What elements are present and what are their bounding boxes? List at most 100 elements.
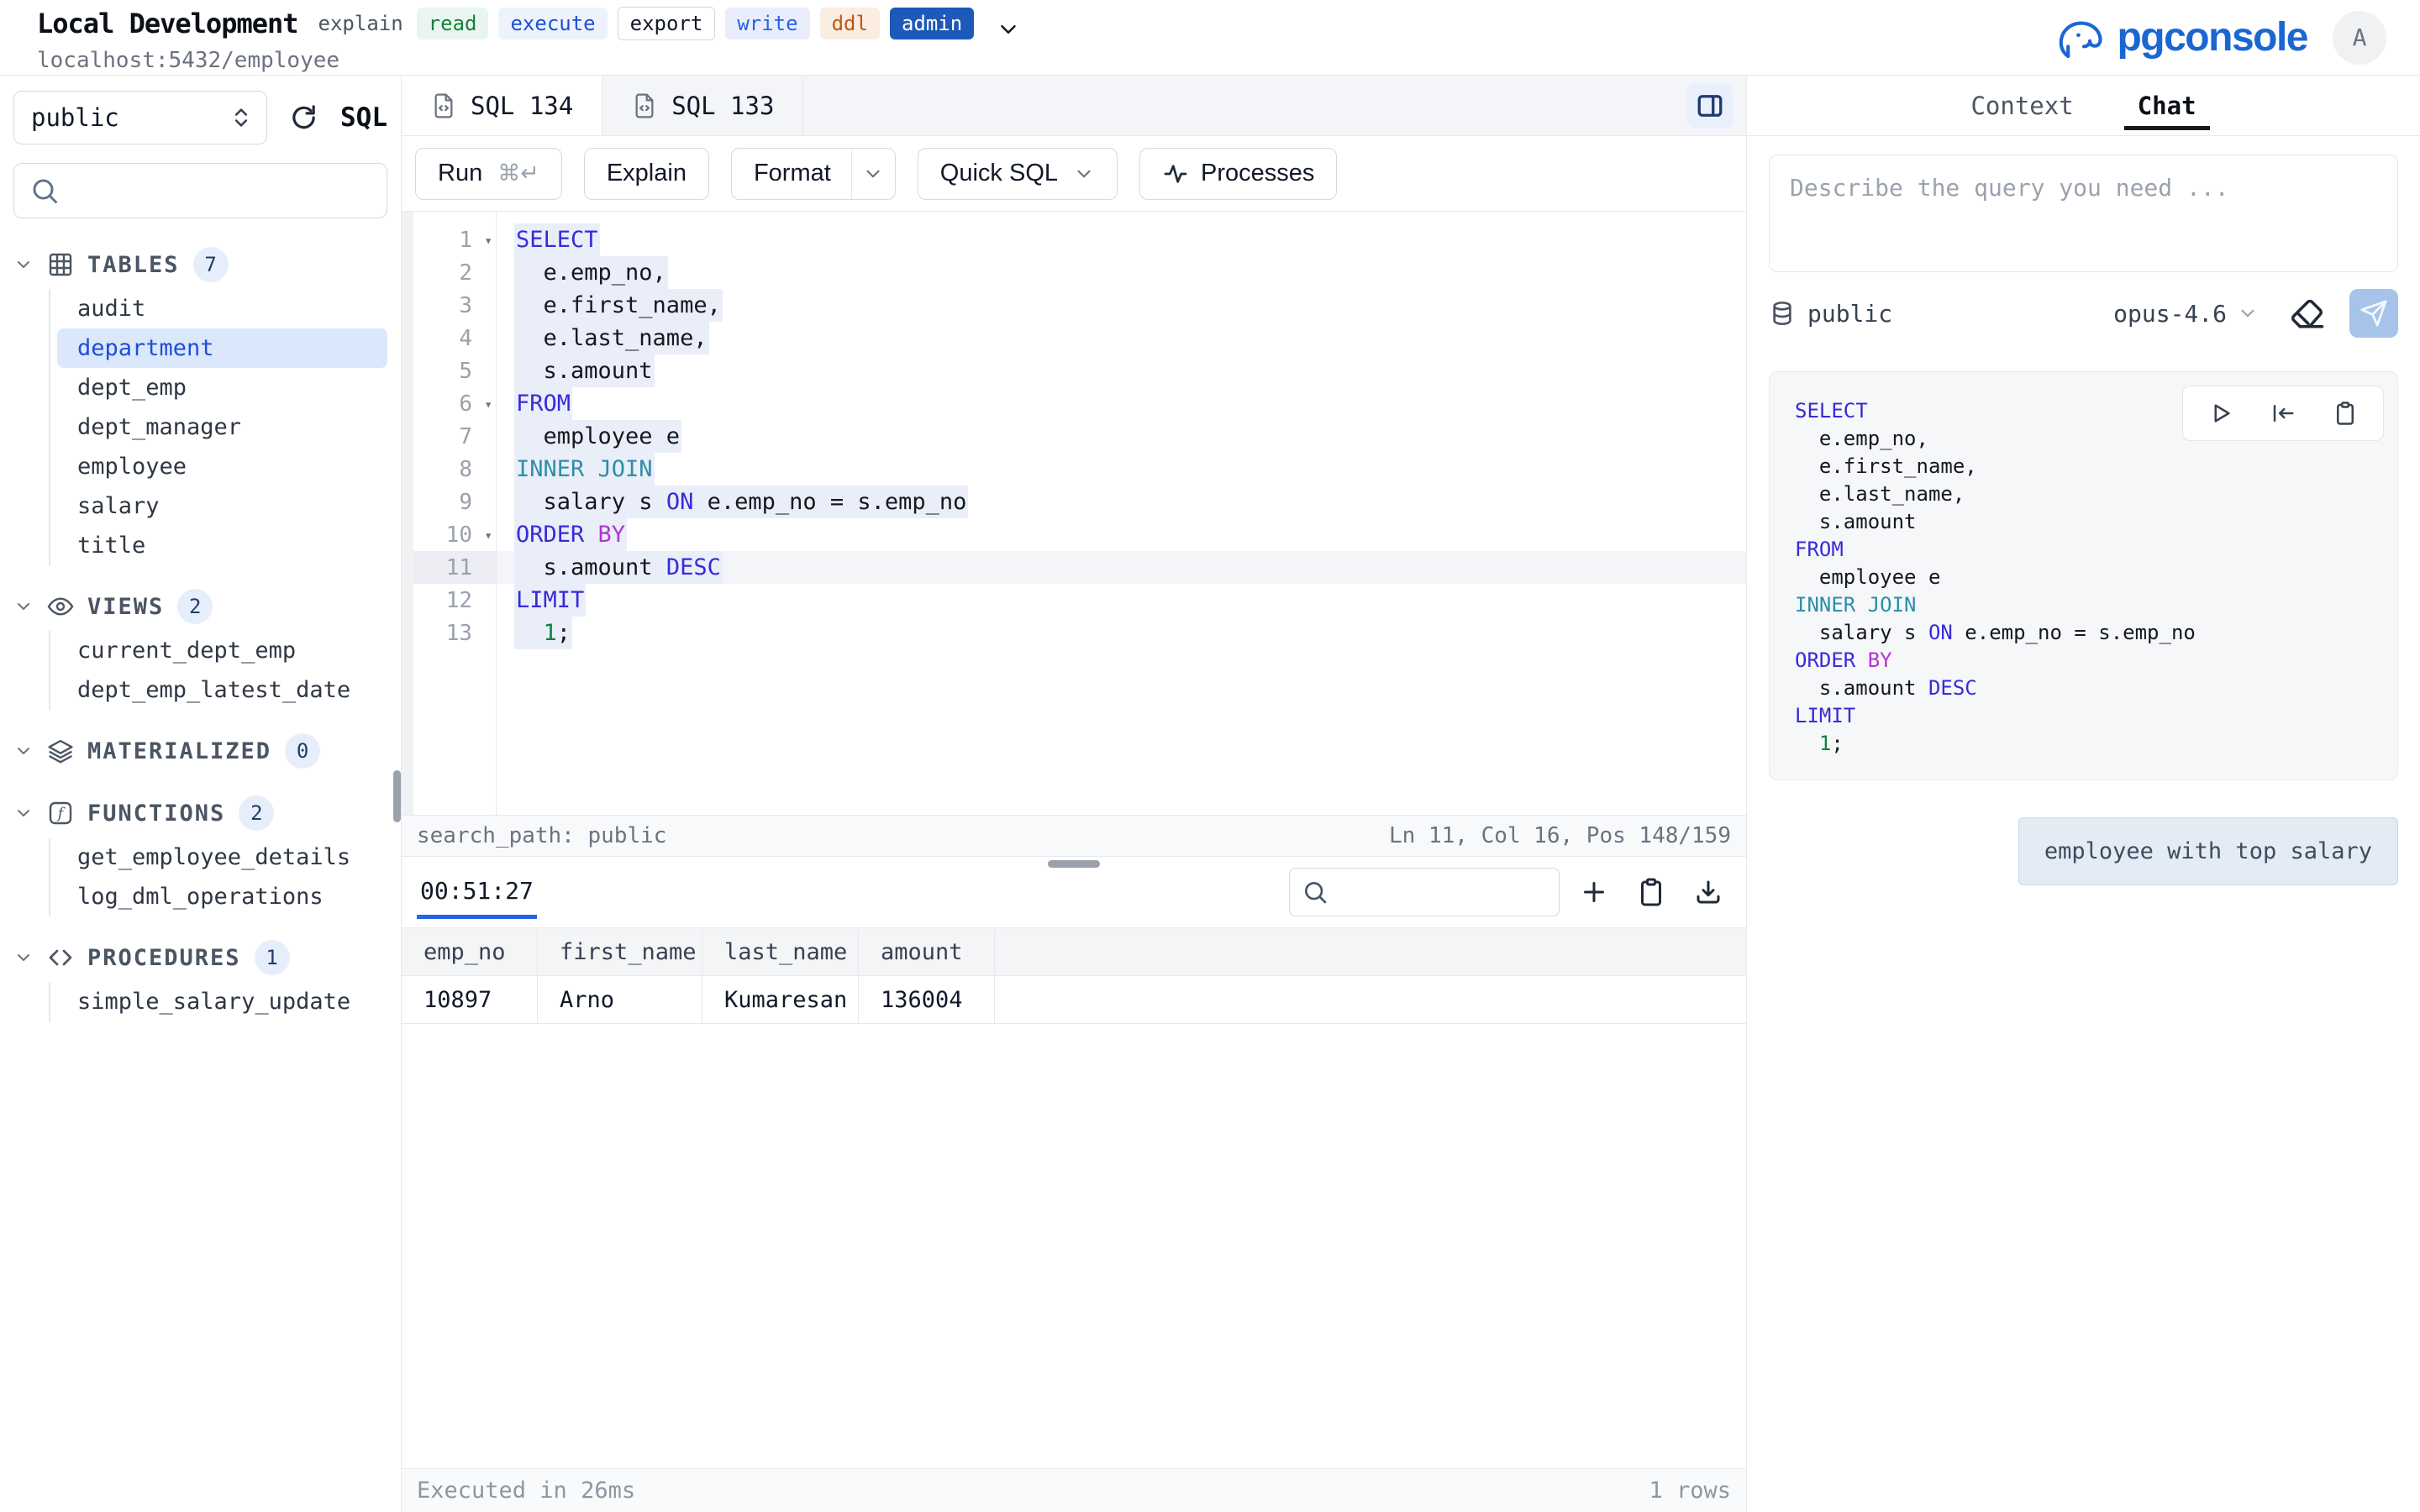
result-tab-timer[interactable]: 00:51:27 — [417, 865, 537, 919]
panel-layout-icon — [1695, 91, 1725, 121]
sidebar-item-current_dept_emp[interactable]: current_dept_emp — [57, 631, 387, 670]
svg-text:f: f — [56, 806, 66, 822]
sidebar-item-dept_emp[interactable]: dept_emp — [57, 368, 387, 407]
results-search[interactable] — [1289, 868, 1560, 916]
run-sql-icon[interactable] — [2208, 401, 2233, 426]
assistant-sql-line-9: salary s ON e.emp_no = s.emp_no — [1795, 619, 2372, 647]
assistant-sql-line-6: FROM — [1795, 536, 2372, 564]
send-button[interactable] — [2349, 289, 2398, 338]
copy-results-button[interactable] — [1628, 869, 1674, 915]
badge-read: read — [417, 8, 489, 40]
badge-execute: execute — [498, 8, 607, 40]
section-count-badge: 2 — [239, 795, 274, 831]
section-header-tables[interactable]: TABLES7 — [13, 244, 387, 286]
sidebar-item-salary[interactable]: salary — [57, 486, 387, 526]
model-select-value: opus-4.6 — [2113, 300, 2227, 328]
section-count-badge: 1 — [255, 940, 290, 975]
editor-tabbar: SQL 134 SQL 133 — [402, 76, 1746, 136]
fold-arrow-icon[interactable]: ▾ — [484, 527, 492, 543]
column-header-first_name[interactable]: first_name — [538, 928, 702, 975]
sidebar-item-get_employee_details[interactable]: get_employee_details — [57, 837, 387, 877]
section-functions: fFUNCTIONS2get_employee_detailslog_dml_o… — [13, 792, 387, 916]
schema-sidebar: public SQL TABLES7auditdepartmentdept_em… — [0, 76, 402, 1512]
download-results-button[interactable] — [1686, 869, 1731, 915]
tab-chat[interactable]: Chat — [2138, 76, 2196, 135]
line-content: SELECT — [496, 227, 1746, 253]
editor-line-7: 7 employee e — [402, 420, 1746, 453]
sidebar-item-log_dml_operations[interactable]: log_dml_operations — [57, 877, 387, 916]
column-header-last_name[interactable]: last_name — [702, 928, 859, 975]
tab-sql-134[interactable]: SQL 134 — [402, 76, 602, 135]
sidebar-item-employee[interactable]: employee — [57, 447, 387, 486]
sql-mode-button[interactable]: SQL — [340, 102, 387, 133]
schema-select[interactable]: public — [13, 91, 267, 144]
chat-schema-chip[interactable]: public — [1769, 300, 1892, 328]
sql-editor[interactable]: 1▾SELECT2 e.emp_no,3 e.first_name,4 e.la… — [402, 212, 1746, 815]
insert-into-editor-icon[interactable] — [2270, 401, 2296, 426]
schema-sections: TABLES7auditdepartmentdept_empdept_manag… — [13, 244, 387, 1021]
format-label: Format — [732, 160, 851, 187]
explain-button[interactable]: Explain — [584, 148, 709, 200]
refresh-icon[interactable] — [289, 102, 318, 134]
sidebar-item-title[interactable]: title — [57, 526, 387, 565]
chevron-down-icon — [1073, 163, 1095, 185]
column-header-amount[interactable]: amount — [859, 928, 995, 975]
results-table: emp_nofirst_namelast_nameamount10897Arno… — [402, 927, 1746, 1024]
sidebar-item-dept_emp_latest_date[interactable]: dept_emp_latest_date — [57, 670, 387, 710]
table-grid-icon — [47, 251, 74, 278]
copy-sql-icon[interactable] — [2333, 401, 2358, 426]
section-count-badge: 7 — [193, 247, 229, 282]
section-header-procedures[interactable]: PROCEDURES1 — [13, 937, 387, 979]
results-drag-handle[interactable] — [1048, 860, 1100, 868]
fold-arrow-icon[interactable]: ▾ — [484, 232, 492, 248]
editor-line-5: 5 s.amount — [402, 354, 1746, 387]
avatar[interactable]: A — [2333, 11, 2386, 65]
query-workspace: SQL 134 SQL 133 Run ⌘↵ Explain Format Qui… — [402, 76, 1746, 1512]
format-button[interactable]: Format — [731, 148, 896, 200]
sidebar-resize-handle[interactable] — [393, 770, 401, 822]
table-row[interactable]: 10897ArnoKumaresan136004 — [402, 976, 1746, 1024]
editor-line-13: 13 1; — [402, 617, 1746, 649]
column-header-filler — [995, 928, 1746, 975]
tab-sql-133[interactable]: SQL 133 — [602, 76, 803, 135]
results-footer: Executed in 26ms 1 rows — [402, 1468, 1746, 1512]
model-select[interactable]: opus-4.6 — [2113, 300, 2259, 328]
line-number: 11 — [402, 551, 496, 584]
badge-admin: admin — [890, 8, 974, 40]
assistant-sql-message: SELECT e.emp_no, e.first_name, e.last_na… — [1769, 371, 2398, 780]
layers-icon — [47, 738, 74, 764]
sidebar-item-dept_manager[interactable]: dept_manager — [57, 407, 387, 447]
section-header-views[interactable]: VIEWS2 — [13, 585, 387, 627]
assistant-sql-code: SELECT e.emp_no, e.first_name, e.last_na… — [1795, 397, 2372, 758]
sidebar-item-simple_salary_update[interactable]: simple_salary_update — [57, 982, 387, 1021]
add-tab-button[interactable] — [1571, 869, 1617, 915]
assistant-sql-line-3: e.first_name, — [1795, 453, 2372, 480]
toggle-right-panel-button[interactable] — [1687, 83, 1733, 129]
format-dropdown[interactable] — [851, 149, 895, 199]
quick-sql-button[interactable]: Quick SQL — [918, 148, 1118, 200]
elephant-logo-icon — [2056, 12, 2108, 64]
run-button[interactable]: Run ⌘↵ — [415, 148, 562, 200]
fold-arrow-icon[interactable]: ▾ — [484, 396, 492, 412]
chevron-down-icon[interactable] — [996, 17, 1021, 42]
sidebar-item-audit[interactable]: audit — [57, 289, 387, 328]
clear-chat-button[interactable] — [2287, 293, 2328, 333]
column-header-emp_no[interactable]: emp_no — [402, 928, 538, 975]
results-search-input[interactable] — [1337, 879, 1547, 905]
sidebar-search-input[interactable] — [71, 178, 371, 204]
processes-button[interactable]: Processes — [1139, 148, 1337, 200]
user-message-bubble: employee with top salary — [2018, 817, 2398, 885]
tab-label: SQL 133 — [671, 92, 774, 120]
tab-context[interactable]: Context — [1970, 76, 2073, 135]
editor-statusbar: search_path: public Ln 11, Col 16, Pos 1… — [402, 815, 1746, 857]
section-header-materialized[interactable]: MATERIALIZED0 — [13, 730, 387, 772]
editor-line-4: 4 e.last_name, — [402, 322, 1746, 354]
line-number: 13 — [402, 617, 496, 649]
assistant-tabs: Context Chat — [1747, 76, 2420, 136]
section-header-functions[interactable]: fFUNCTIONS2 — [13, 792, 387, 834]
sidebar-item-department[interactable]: department — [57, 328, 387, 368]
brand-name: pgconsole — [2117, 14, 2307, 60]
chat-prompt-input[interactable] — [1769, 155, 2398, 272]
table-cell: Arno — [538, 976, 702, 1023]
sidebar-search[interactable] — [13, 163, 387, 218]
